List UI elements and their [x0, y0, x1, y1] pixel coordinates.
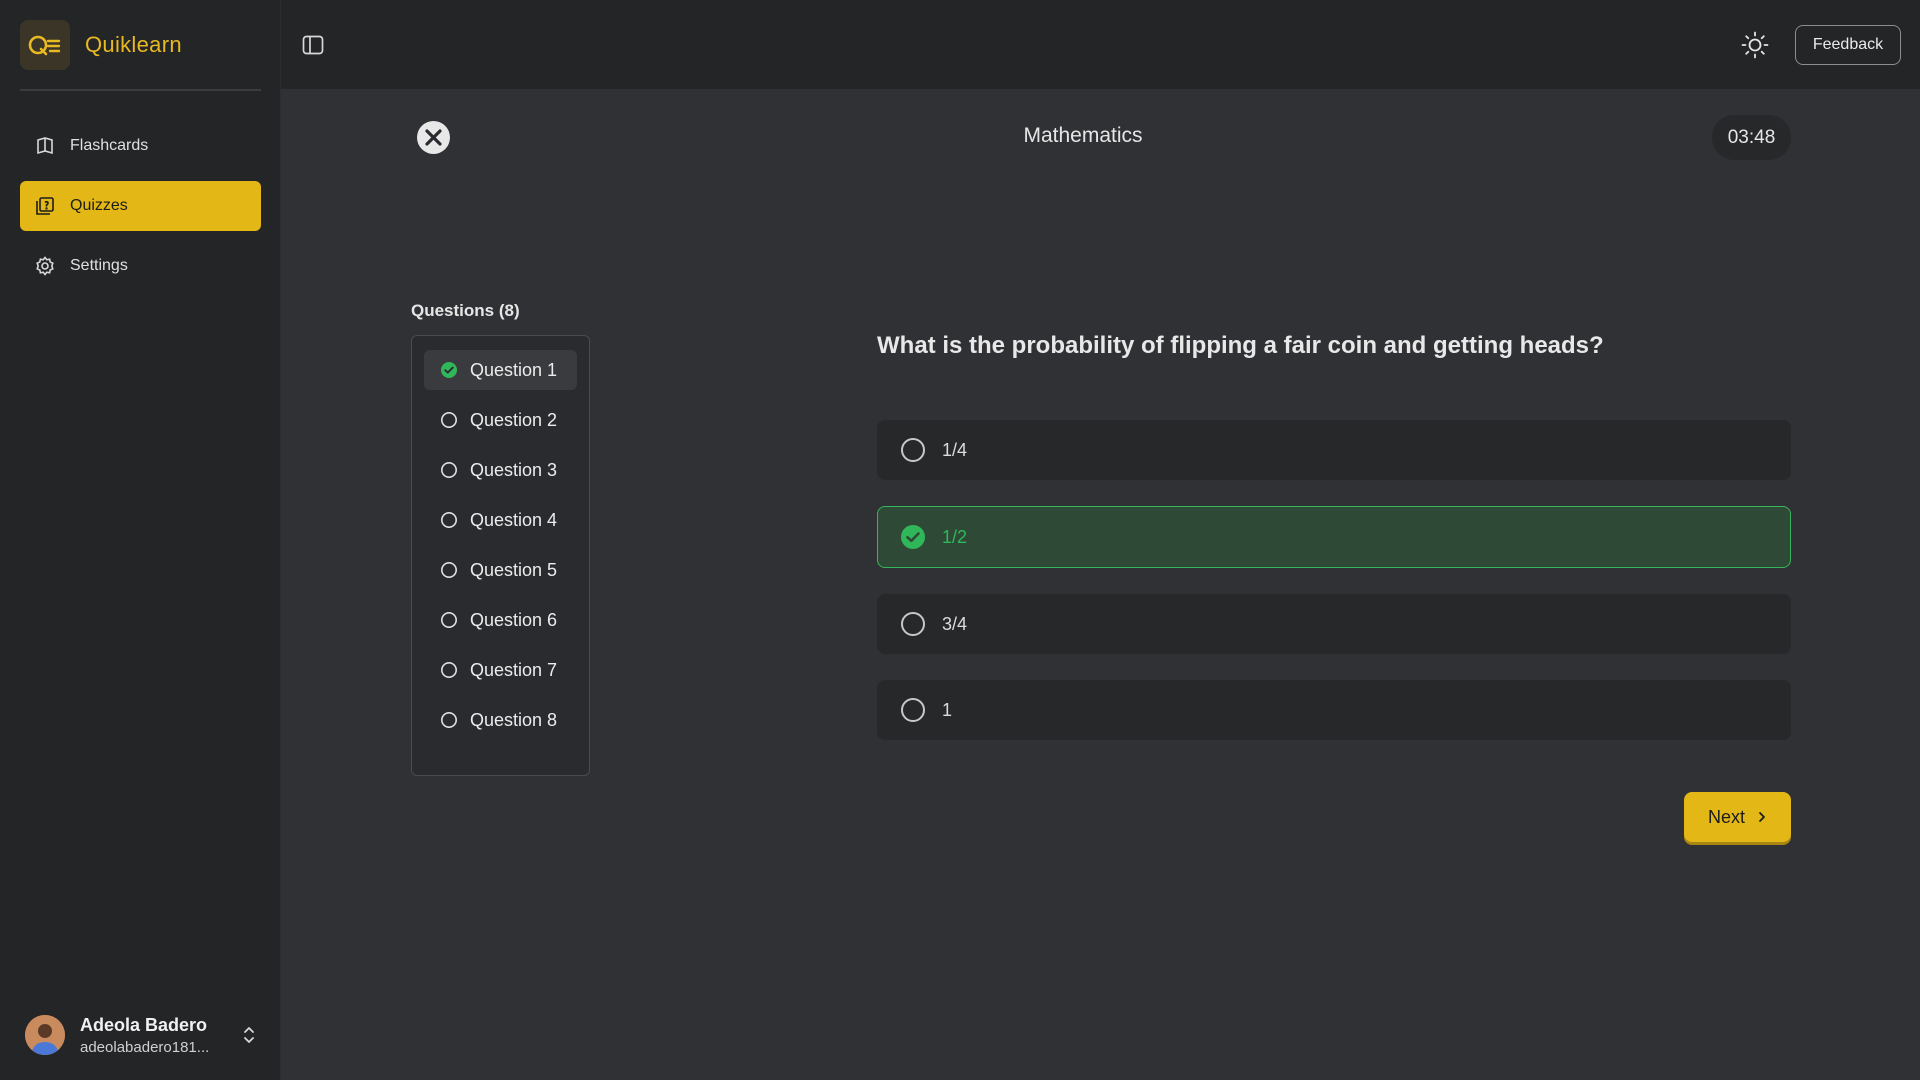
circle-icon — [441, 612, 457, 628]
next-button[interactable]: Next — [1684, 792, 1791, 842]
answer-option-label: 1/4 — [942, 439, 968, 460]
brand[interactable]: Quiklearn — [20, 20, 182, 70]
question-item-label: Question 4 — [470, 509, 558, 530]
flashcards-icon — [34, 135, 56, 157]
answer-option[interactable]: 1/4 — [877, 420, 1791, 480]
radio-unchecked-icon — [901, 438, 925, 462]
question-item-label: Question 5 — [470, 559, 558, 580]
settings-icon — [34, 255, 56, 277]
question-item-2[interactable]: Question 2 — [424, 400, 577, 440]
question-item-1[interactable]: Question 1 — [424, 350, 577, 390]
close-quiz-icon[interactable] — [416, 120, 451, 155]
circle-icon — [441, 412, 457, 428]
quiklearn-logo-icon — [20, 20, 70, 70]
check-circle-icon — [901, 525, 925, 549]
sidebar-item-label: Quizzes — [70, 197, 128, 214]
questions-heading: Questions (8) — [411, 301, 520, 320]
quizzes-icon — [34, 195, 56, 217]
question-item-label: Question 3 — [470, 459, 558, 480]
question-list: Question 1 Question 2 Question 3 Questio… — [411, 335, 590, 776]
sidebar-item-flashcards[interactable]: Flashcards — [20, 121, 261, 171]
circle-icon — [441, 712, 457, 728]
sun-icon[interactable] — [1741, 31, 1769, 59]
sidebar-item-label: Settings — [70, 257, 128, 274]
user-name: Adeola Badero — [80, 1014, 208, 1035]
question-item-5[interactable]: Question 5 — [424, 550, 577, 590]
topbar: Feedback — [281, 0, 1920, 89]
question-text: What is the probability of flipping a fa… — [877, 332, 1604, 359]
question-item-3[interactable]: Question 3 — [424, 450, 577, 490]
sidebar-nav: Flashcards Quizzes Settings — [20, 121, 261, 301]
question-item-label: Question 8 — [470, 709, 558, 730]
circle-icon — [441, 462, 457, 478]
answer-option-label: 3/4 — [942, 613, 968, 634]
circle-icon — [441, 562, 457, 578]
question-item-label: Question 2 — [470, 409, 558, 430]
user-info: Adeola Badero adeolabadero181... — [80, 1015, 230, 1056]
chevron-right-icon — [1759, 812, 1765, 822]
question-item-label: Question 1 — [470, 359, 558, 380]
sidebar-item-label: Flashcards — [70, 137, 149, 154]
sidebar-toggle-icon[interactable] — [301, 33, 325, 57]
user-email: adeolabadero181... — [80, 1038, 210, 1056]
quiz-timer: 03:48 — [1712, 115, 1791, 160]
sidebar-item-quizzes[interactable]: Quizzes — [20, 181, 261, 231]
next-button-label: Next — [1707, 806, 1745, 827]
answer-option[interactable]: 3/4 — [877, 594, 1791, 654]
answer-option-label: 1 — [942, 699, 953, 720]
question-item-4[interactable]: Question 4 — [424, 500, 577, 540]
quiz-title: Mathematics — [1023, 124, 1143, 147]
circle-icon — [441, 512, 457, 528]
sidebar: Quiklearn Flashcards Quizzes Settings Ad… — [0, 0, 281, 1080]
check-circle-icon — [441, 362, 457, 378]
feedback-button[interactable]: Feedback — [1795, 25, 1901, 65]
question-item-label: Question 6 — [470, 609, 558, 630]
circle-icon — [441, 662, 457, 678]
avatar — [25, 1015, 65, 1055]
radio-unchecked-icon — [901, 612, 925, 636]
answer-options: 1/4 1/2 3/4 1 — [877, 420, 1791, 766]
app-name: Quiklearn — [85, 32, 182, 57]
radio-unchecked-icon — [901, 698, 925, 722]
answer-option[interactable]: 1 — [877, 680, 1791, 740]
question-item-label: Question 7 — [470, 659, 558, 680]
sidebar-item-settings[interactable]: Settings — [20, 241, 261, 291]
user-profile[interactable]: Adeola Badero adeolabadero181... — [25, 1015, 265, 1056]
answer-option-selected[interactable]: 1/2 — [877, 506, 1791, 568]
sidebar-divider — [20, 89, 261, 91]
chevron-up-down-icon[interactable] — [240, 1023, 258, 1047]
question-item-6[interactable]: Question 6 — [424, 600, 577, 640]
answer-option-label: 1/2 — [942, 526, 968, 547]
question-item-7[interactable]: Question 7 — [424, 650, 577, 690]
question-item-8[interactable]: Question 8 — [424, 700, 577, 740]
